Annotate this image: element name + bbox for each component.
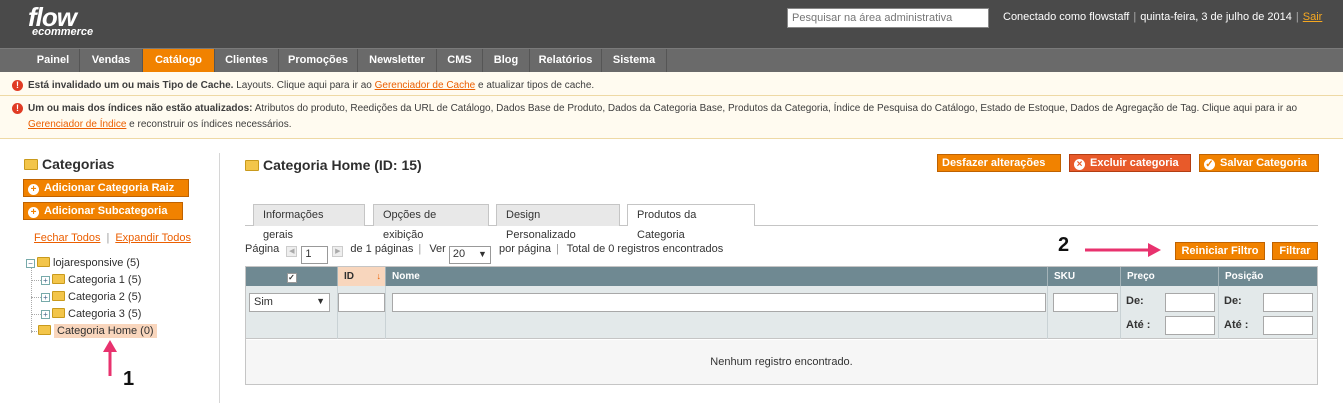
annotation-arrow-2-head: [1148, 243, 1161, 257]
annotation-number-1: 1: [123, 368, 135, 390]
annotation-arrow-1-head: [103, 340, 117, 352]
annotation-number-2: 2: [1058, 234, 1070, 256]
annotation-arrows: [103, 243, 1161, 376]
